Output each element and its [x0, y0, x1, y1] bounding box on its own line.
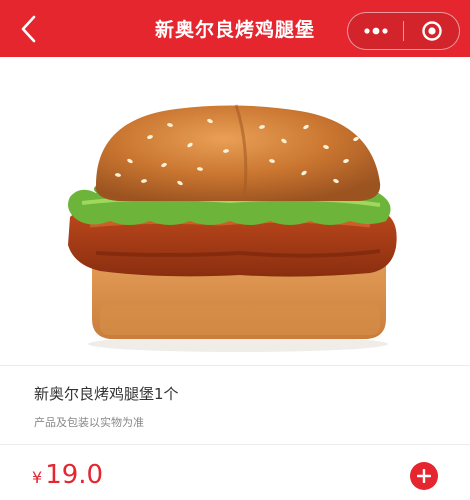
section-divider: [0, 444, 470, 445]
product-image: [0, 57, 470, 365]
section-divider: [0, 365, 470, 366]
top-nav-bar: 新奥尔良烤鸡腿堡: [0, 0, 470, 57]
product-price: ¥ 19.0: [32, 460, 103, 490]
price-value: 19.0: [45, 460, 104, 490]
more-button[interactable]: [348, 13, 403, 49]
target-circle-icon: [421, 21, 442, 41]
add-to-cart-button[interactable]: [410, 462, 438, 490]
more-dots-icon: [363, 27, 388, 35]
mini-program-capsule: [347, 12, 460, 50]
product-note: 产品及包装以实物为准: [34, 416, 144, 429]
product-name: 新奥尔良烤鸡腿堡1个: [34, 385, 179, 403]
burger-photo: [68, 104, 397, 352]
currency-symbol: ¥: [32, 468, 43, 487]
plus-circle-icon: [417, 469, 431, 483]
close-button[interactable]: [404, 13, 459, 49]
